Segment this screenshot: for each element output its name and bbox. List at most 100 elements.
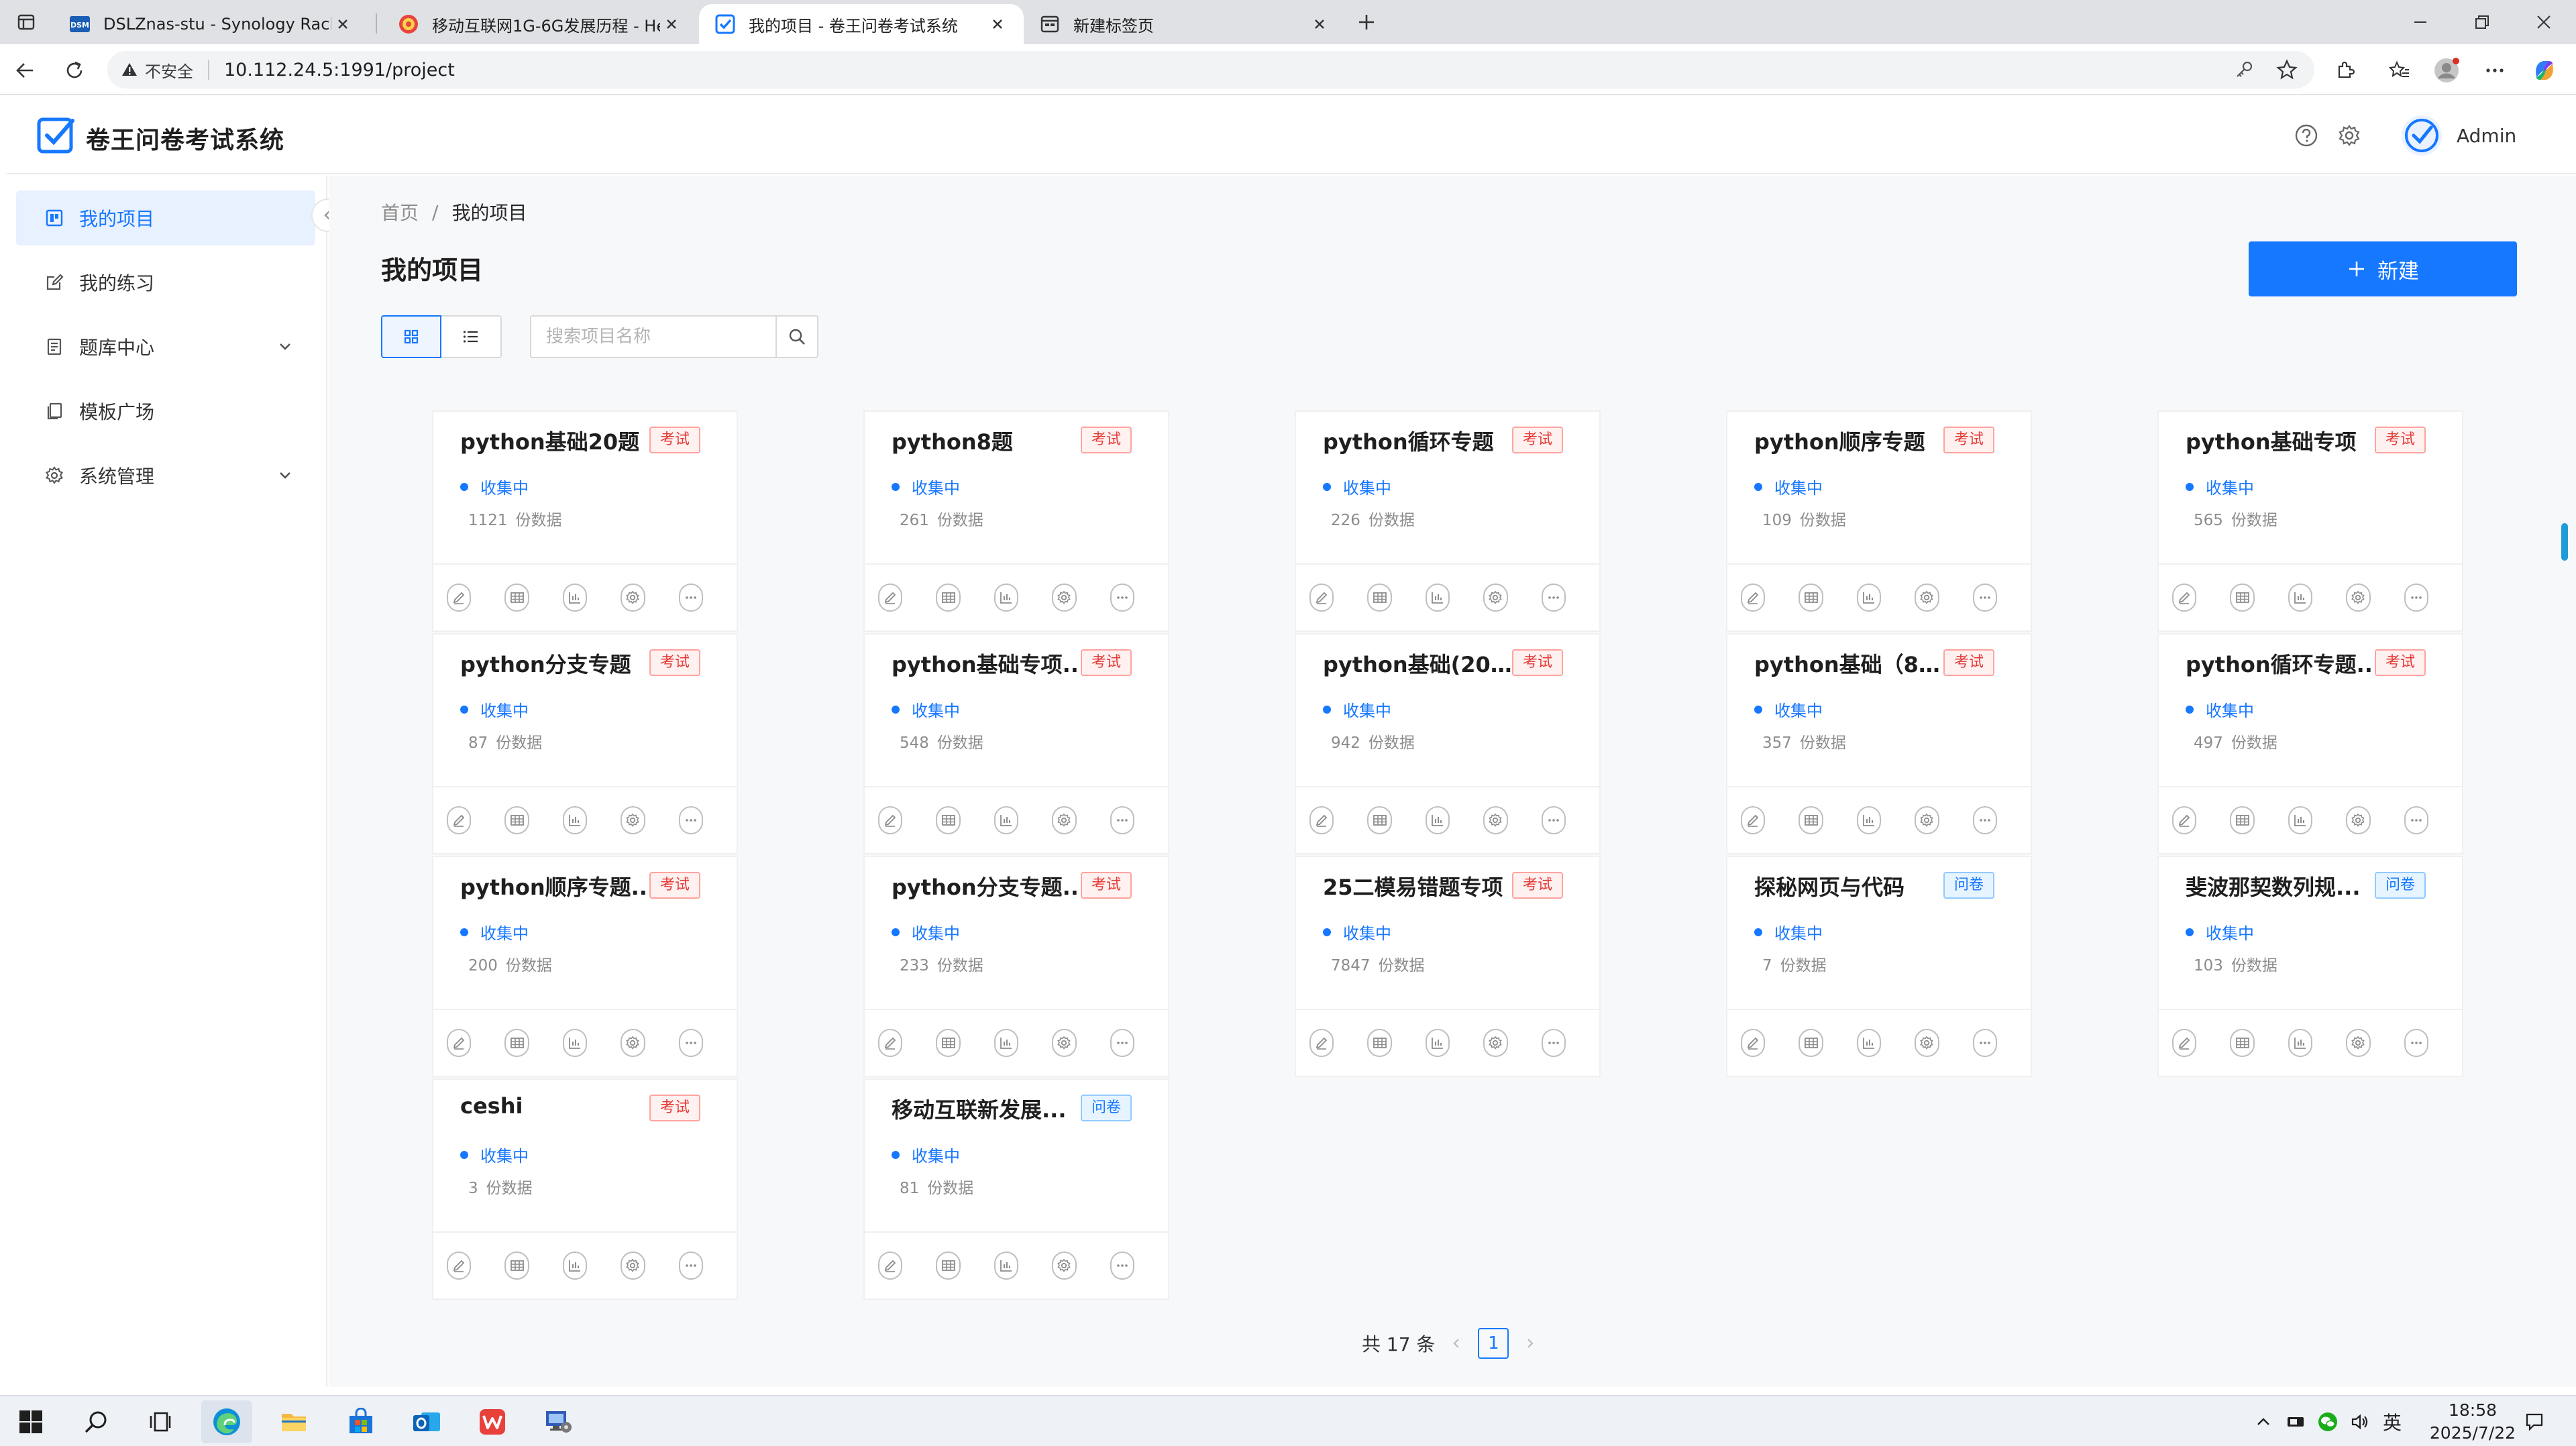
statistics-button[interactable] xyxy=(1425,806,1450,834)
more-button[interactable] xyxy=(2404,1029,2429,1057)
card-title[interactable]: 移动互联新发展... xyxy=(892,1093,1093,1124)
data-table-button[interactable] xyxy=(2230,1029,2255,1057)
more-menu-icon[interactable] xyxy=(2478,54,2512,87)
project-card[interactable]: python8题 考试 收集中 261 份数据 xyxy=(863,410,1169,632)
project-card[interactable]: python顺序专题... 考试 收集中 200 份数据 xyxy=(432,856,738,1077)
prev-page-chevron-icon[interactable] xyxy=(1443,1330,1470,1357)
edit-button[interactable] xyxy=(878,1029,903,1057)
tray-device-icon[interactable] xyxy=(2285,1411,2306,1433)
windows-start-icon[interactable] xyxy=(5,1400,56,1443)
card-title[interactable]: python循环专题 xyxy=(1323,425,1524,456)
card-title[interactable]: python分支专题... xyxy=(892,871,1093,901)
more-button[interactable] xyxy=(1541,806,1566,834)
edit-button[interactable] xyxy=(2172,806,2197,834)
taskbar-clock[interactable]: 18:58 2025/7/22 xyxy=(2426,1399,2520,1445)
sidebar-item-my-practice[interactable]: 我的练习 xyxy=(16,255,315,310)
settings-button[interactable] xyxy=(621,1252,645,1280)
task-view-icon[interactable] xyxy=(134,1400,185,1443)
edit-button[interactable] xyxy=(1741,583,1766,612)
card-title[interactable]: 斐波那契数列规... xyxy=(2186,871,2387,901)
statistics-button[interactable] xyxy=(562,806,588,834)
settings-button[interactable] xyxy=(2346,806,2371,834)
statistics-button[interactable] xyxy=(562,1252,588,1280)
more-button[interactable] xyxy=(1541,1029,1566,1057)
statistics-button[interactable] xyxy=(2288,1029,2313,1057)
more-button[interactable] xyxy=(2404,806,2429,834)
sidebar-item-question-bank[interactable]: 题库中心 xyxy=(16,319,315,374)
statistics-button[interactable] xyxy=(2288,806,2313,834)
data-table-button[interactable] xyxy=(2230,583,2255,612)
data-table-button[interactable] xyxy=(1367,583,1392,612)
breadcrumb-home[interactable]: 首页 xyxy=(381,199,419,225)
url-text[interactable]: 10.112.24.5:1991/project xyxy=(224,60,2229,80)
close-icon[interactable] xyxy=(660,13,683,36)
settings-button[interactable] xyxy=(1052,806,1077,834)
more-button[interactable] xyxy=(1972,806,1998,834)
project-card[interactable]: python基础(20题... 考试 收集中 942 份数据 xyxy=(1295,633,1601,854)
data-table-button[interactable] xyxy=(1799,1029,1823,1057)
list-view-button[interactable] xyxy=(441,315,502,358)
new-project-button[interactable]: 新建 xyxy=(2249,241,2517,296)
new-tab-plus-icon[interactable] xyxy=(1350,8,1383,36)
close-icon[interactable] xyxy=(331,13,354,36)
project-card[interactable]: python循环专题 考试 收集中 226 份数据 xyxy=(1295,410,1601,632)
card-title[interactable]: python顺序专题... xyxy=(460,871,661,901)
browser-tab-dsm[interactable]: DSM DSLZnas-stu - Synology RackStation xyxy=(54,4,369,44)
data-table-button[interactable] xyxy=(1799,583,1823,612)
more-button[interactable] xyxy=(678,1029,704,1057)
scrollbar-thumb[interactable] xyxy=(2561,523,2568,561)
card-title[interactable]: python基础专项 xyxy=(2186,425,2387,456)
settings-button[interactable] xyxy=(1052,1252,1077,1280)
project-card[interactable]: 移动互联新发展... 问卷 收集中 81 份数据 xyxy=(863,1078,1169,1300)
project-card[interactable]: python基础（8题... 考试 收集中 357 份数据 xyxy=(1726,633,2032,854)
data-table-button[interactable] xyxy=(1799,806,1823,834)
favorites-icon[interactable] xyxy=(2383,54,2416,87)
volume-icon[interactable] xyxy=(2349,1411,2371,1433)
search-button[interactable] xyxy=(775,315,818,358)
project-card[interactable]: 斐波那契数列规... 问卷 收集中 103 份数据 xyxy=(2157,856,2463,1077)
microsoft-store-icon[interactable] xyxy=(335,1400,386,1443)
tab-actions-menu-icon[interactable] xyxy=(9,8,43,36)
sidebar-item-system-management[interactable]: 系统管理 xyxy=(16,448,315,503)
more-button[interactable] xyxy=(1972,1029,1998,1057)
settings-button[interactable] xyxy=(621,583,645,612)
project-card[interactable]: python基础专项 考试 收集中 565 份数据 xyxy=(2157,410,2463,632)
edit-button[interactable] xyxy=(447,583,472,612)
project-card[interactable]: 25二模易错题专项 考试 收集中 7847 份数据 xyxy=(1295,856,1601,1077)
edit-button[interactable] xyxy=(1741,1029,1766,1057)
statistics-button[interactable] xyxy=(994,1252,1019,1280)
project-card[interactable]: 探秘网页与代码 问卷 收集中 7 份数据 xyxy=(1726,856,2032,1077)
settings-button[interactable] xyxy=(1483,806,1508,834)
settings-button[interactable] xyxy=(2346,1029,2371,1057)
edit-button[interactable] xyxy=(447,806,472,834)
statistics-button[interactable] xyxy=(1856,806,1882,834)
search-input[interactable] xyxy=(530,315,775,358)
data-table-button[interactable] xyxy=(504,806,529,834)
settings-button[interactable] xyxy=(1483,1029,1508,1057)
edit-button[interactable] xyxy=(1309,1029,1334,1057)
more-button[interactable] xyxy=(1541,583,1566,612)
project-card[interactable]: python分支专题... 考试 收集中 233 份数据 xyxy=(863,856,1169,1077)
data-table-button[interactable] xyxy=(2230,806,2255,834)
statistics-button[interactable] xyxy=(1856,1029,1882,1057)
statistics-button[interactable] xyxy=(994,806,1019,834)
key-icon[interactable] xyxy=(2229,54,2259,85)
more-button[interactable] xyxy=(678,583,704,612)
more-button[interactable] xyxy=(1110,583,1135,612)
data-table-button[interactable] xyxy=(936,1029,961,1057)
browser-tab-project[interactable]: 我的项目 - 卷王问卷考试系统 xyxy=(699,4,1024,44)
statistics-button[interactable] xyxy=(562,1029,588,1057)
window-close-icon[interactable] xyxy=(2517,5,2571,39)
card-title[interactable]: 探秘网页与代码 xyxy=(1754,871,1955,901)
settings-button[interactable] xyxy=(1915,583,1939,612)
more-button[interactable] xyxy=(1110,806,1135,834)
settings-gear-icon[interactable] xyxy=(2334,121,2364,150)
edit-button[interactable] xyxy=(2172,1029,2197,1057)
security-indicator[interactable]: 不安全 xyxy=(121,60,209,81)
notification-icon[interactable] xyxy=(2524,1411,2545,1433)
copilot-icon[interactable] xyxy=(2528,54,2561,87)
project-card[interactable]: python顺序专题 考试 收集中 109 份数据 xyxy=(1726,410,2032,632)
settings-button[interactable] xyxy=(1915,1029,1939,1057)
settings-button[interactable] xyxy=(621,806,645,834)
statistics-button[interactable] xyxy=(994,1029,1019,1057)
